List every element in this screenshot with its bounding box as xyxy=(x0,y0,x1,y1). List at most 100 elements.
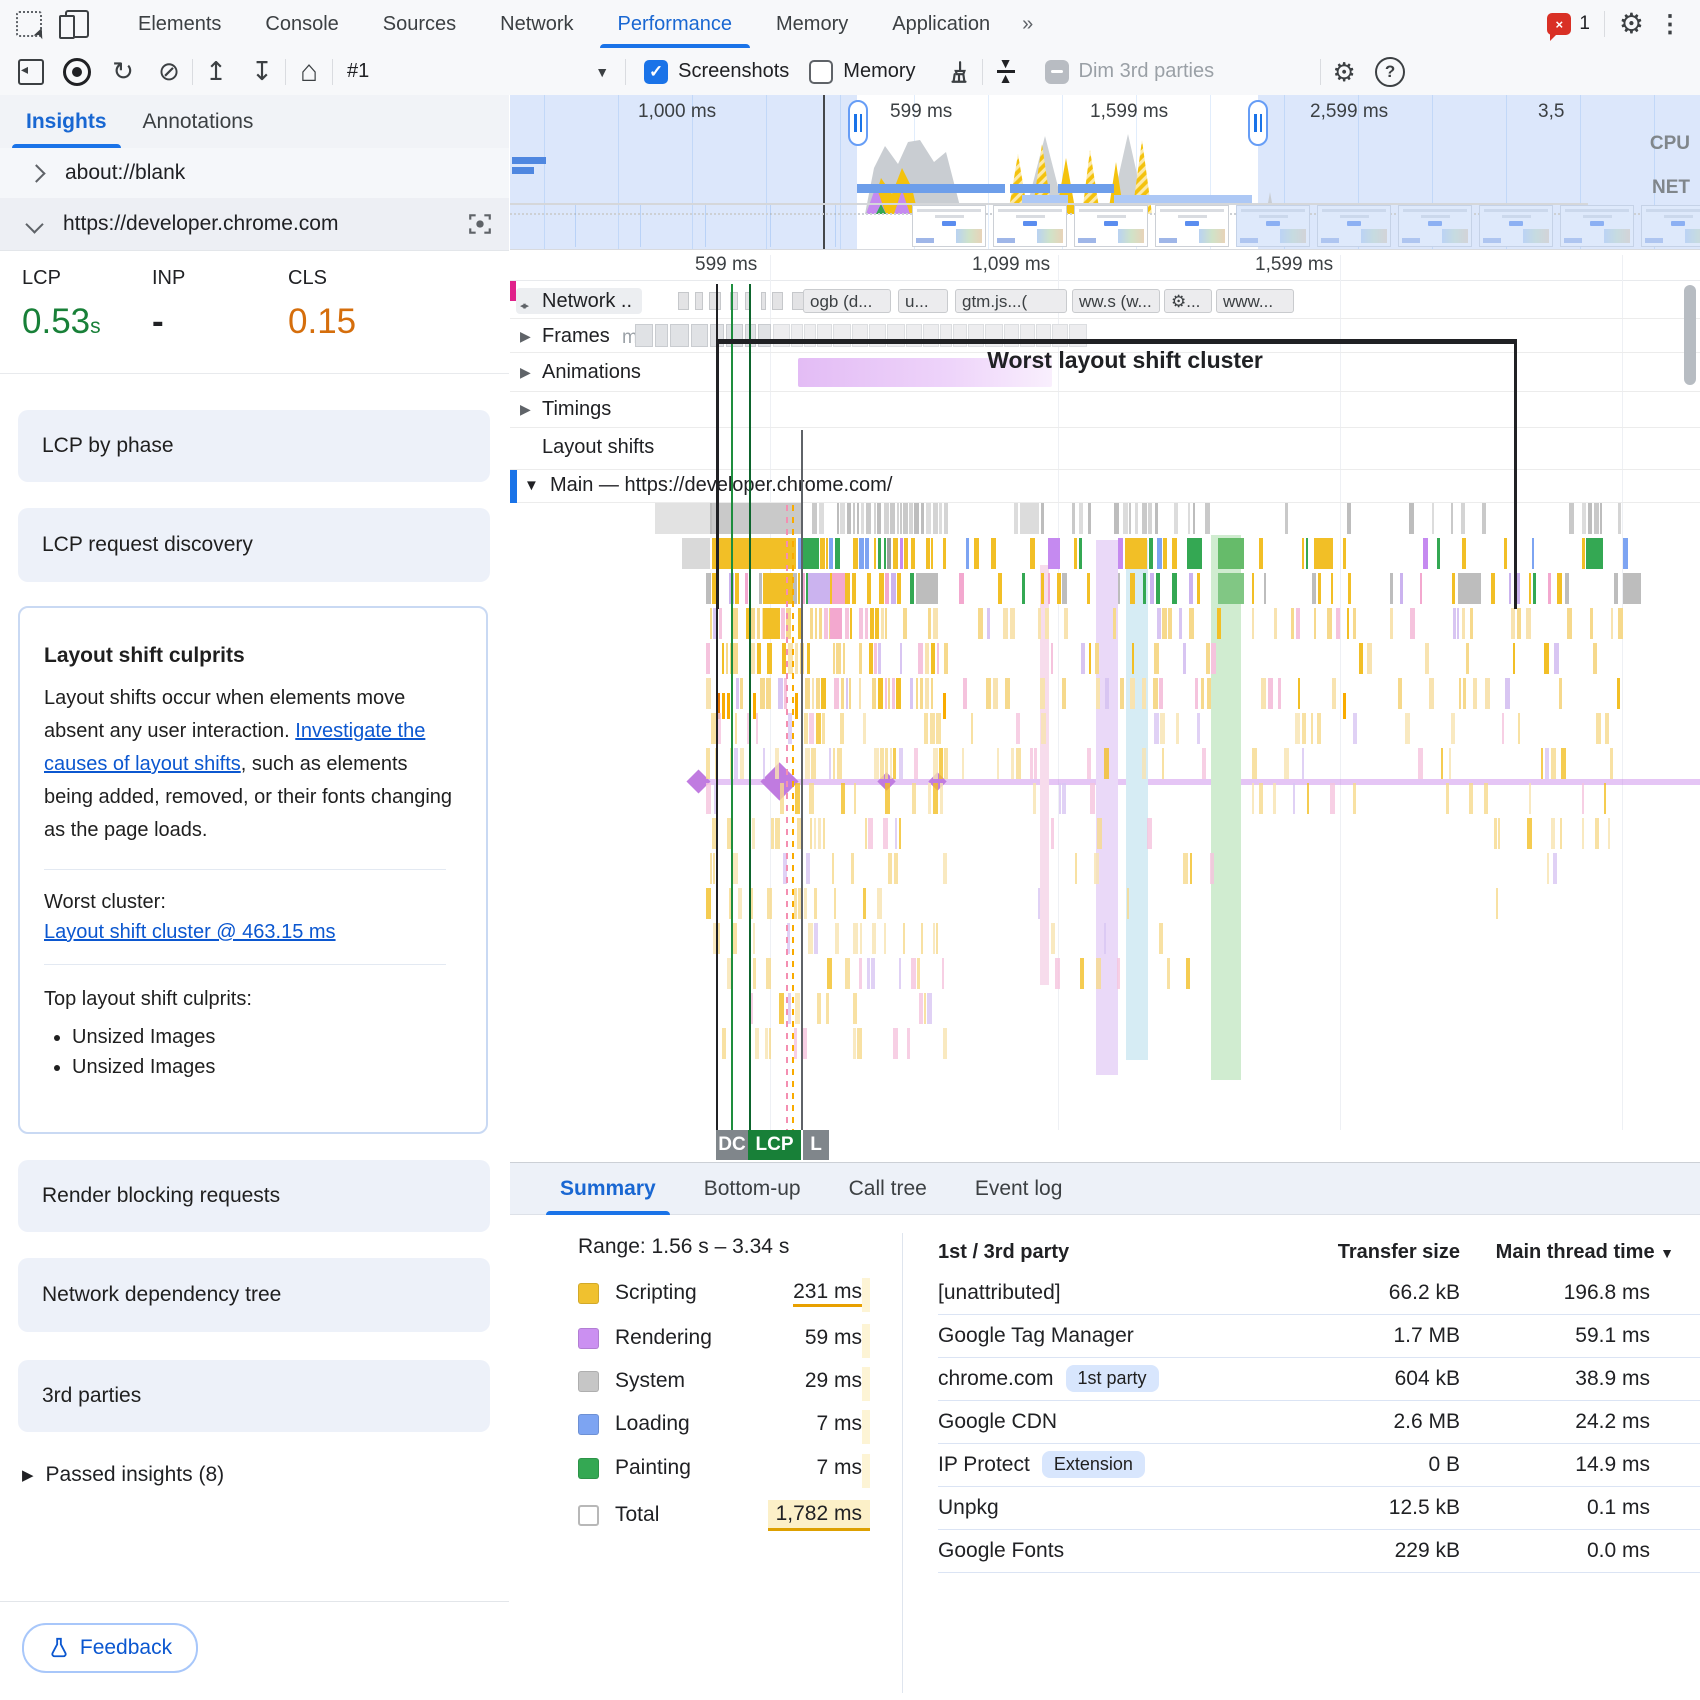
flame-bar[interactable] xyxy=(859,958,862,989)
flame-bar[interactable] xyxy=(1206,643,1210,674)
flame-bar[interactable] xyxy=(1143,573,1146,604)
flame-bar[interactable] xyxy=(713,853,715,884)
flame-bar[interactable] xyxy=(733,853,738,884)
timeline-minimap[interactable]: 1,000 ms 599 ms 1,599 ms 2,599 ms 3,5 CP… xyxy=(510,95,1700,250)
flame-bar[interactable] xyxy=(1548,573,1551,604)
flame-bar[interactable] xyxy=(1596,713,1601,744)
flame-bar[interactable] xyxy=(1441,748,1443,779)
flame-bar[interactable] xyxy=(859,608,863,639)
flame-bar[interactable] xyxy=(897,573,901,604)
flame-bar[interactable] xyxy=(1302,748,1304,779)
flame-bar[interactable] xyxy=(859,643,862,674)
flame-bar[interactable] xyxy=(1211,643,1216,674)
flame-bar[interactable] xyxy=(1582,503,1586,534)
help-icon[interactable]: ? xyxy=(1367,54,1413,90)
flame-bar[interactable] xyxy=(845,573,850,604)
flame-bar[interactable] xyxy=(939,503,942,534)
flame-bar[interactable] xyxy=(769,1028,771,1059)
flame-bar[interactable] xyxy=(826,993,829,1024)
flame-bar[interactable] xyxy=(1010,608,1015,639)
flame-bar[interactable] xyxy=(718,713,721,744)
flame-bar[interactable] xyxy=(868,818,873,849)
flame-bar[interactable] xyxy=(874,538,876,569)
screenshot-thumbnail[interactable] xyxy=(993,205,1067,247)
flame-bar[interactable] xyxy=(1529,783,1531,814)
flame-bar[interactable] xyxy=(1312,573,1316,604)
flame-bar[interactable] xyxy=(962,748,964,779)
marker-dcl[interactable]: DC xyxy=(716,1130,748,1160)
flame-bar[interactable] xyxy=(811,748,816,779)
flame-bar[interactable] xyxy=(1311,713,1313,744)
insight-card-layout-shift-culprits[interactable]: Layout shift culprits Layout shifts occu… xyxy=(18,606,488,1134)
flame-bar[interactable] xyxy=(1034,748,1037,779)
flame-bar[interactable] xyxy=(930,713,935,744)
flame-bar[interactable] xyxy=(1473,678,1477,709)
screenshot-thumbnail[interactable] xyxy=(912,205,986,247)
flame-bar[interactable] xyxy=(885,608,887,639)
tab-sources[interactable]: Sources xyxy=(361,0,478,48)
flame-bar[interactable] xyxy=(874,503,876,534)
flame-bar[interactable] xyxy=(1293,783,1295,814)
flame-bar[interactable] xyxy=(1252,783,1254,814)
flame-bar[interactable] xyxy=(1623,573,1641,604)
flame-bar[interactable] xyxy=(1059,783,1061,814)
table-row[interactable]: IP ProtectExtension 0 B 14.9 ms xyxy=(938,1443,1700,1487)
flame-bar[interactable] xyxy=(857,503,859,534)
session-select[interactable]: #1 xyxy=(347,60,369,83)
flame-bar[interactable] xyxy=(1207,678,1211,709)
flame-bar[interactable] xyxy=(1567,608,1572,639)
cluster-annotation[interactable]: Worst layout shift cluster xyxy=(940,347,1310,374)
passed-insights-toggle[interactable]: ▶ Passed insights (8) xyxy=(22,1463,224,1487)
flame-bar[interactable] xyxy=(1186,958,1190,989)
tab-memory[interactable]: Memory xyxy=(754,0,870,48)
flame-bar[interactable] xyxy=(840,713,844,744)
track-main-thread[interactable]: ▼ Main — https://developer.chrome.com/ xyxy=(510,470,1700,503)
flame-bar[interactable] xyxy=(1545,748,1549,779)
flame-bar[interactable] xyxy=(1359,643,1363,674)
flame-bar[interactable] xyxy=(1079,538,1082,569)
flame-bar[interactable] xyxy=(1291,608,1294,639)
flame-bar[interactable] xyxy=(1557,573,1562,604)
flame-bar[interactable] xyxy=(921,923,923,954)
flame-bar[interactable] xyxy=(835,923,839,954)
flame-bar[interactable] xyxy=(834,678,839,709)
flame-bar[interactable] xyxy=(1559,678,1562,709)
flame-bar[interactable] xyxy=(1187,538,1202,569)
flame-bar[interactable] xyxy=(726,643,728,674)
flame-bar[interactable] xyxy=(933,923,935,954)
window-handle-right[interactable] xyxy=(1248,100,1268,146)
flame-bar[interactable] xyxy=(1553,853,1557,884)
save-profile-icon[interactable]: ↧ xyxy=(239,54,285,90)
flame-bar[interactable] xyxy=(817,993,821,1024)
flame-bar[interactable] xyxy=(847,503,851,534)
flame-bar[interactable] xyxy=(745,573,748,604)
flame-bar[interactable] xyxy=(806,853,810,884)
flame-bar[interactable] xyxy=(814,888,817,919)
flame-bar[interactable] xyxy=(759,573,762,604)
feedback-button[interactable]: Feedback xyxy=(22,1623,198,1673)
flame-bar[interactable] xyxy=(819,503,824,534)
more-tabs-icon[interactable]: » xyxy=(1012,0,1040,48)
flame-bar[interactable] xyxy=(706,678,711,709)
flame-bar[interactable] xyxy=(1201,678,1204,709)
flame-bar[interactable] xyxy=(911,958,916,989)
flame-bar[interactable] xyxy=(706,888,711,919)
flame-bar[interactable] xyxy=(1569,503,1574,534)
flame-bar[interactable] xyxy=(809,783,814,814)
flame-bar[interactable] xyxy=(933,748,938,779)
flame-bar[interactable] xyxy=(914,748,918,779)
flame-bar[interactable] xyxy=(878,678,883,709)
flame-bar[interactable] xyxy=(1296,608,1300,639)
flame-bar[interactable] xyxy=(928,783,931,814)
flame-bar[interactable] xyxy=(837,503,839,534)
flame-bar[interactable] xyxy=(835,538,840,569)
flame-bar[interactable] xyxy=(794,888,797,919)
flame-bar[interactable] xyxy=(802,538,819,569)
flame-bar[interactable] xyxy=(1188,503,1190,534)
flame-bar[interactable] xyxy=(884,503,889,534)
flame-bar[interactable] xyxy=(1087,748,1091,779)
flame-bar[interactable] xyxy=(888,678,890,709)
flame-bar[interactable] xyxy=(1062,678,1066,709)
flame-bar[interactable] xyxy=(1336,608,1340,639)
flame-bar[interactable] xyxy=(978,608,983,639)
